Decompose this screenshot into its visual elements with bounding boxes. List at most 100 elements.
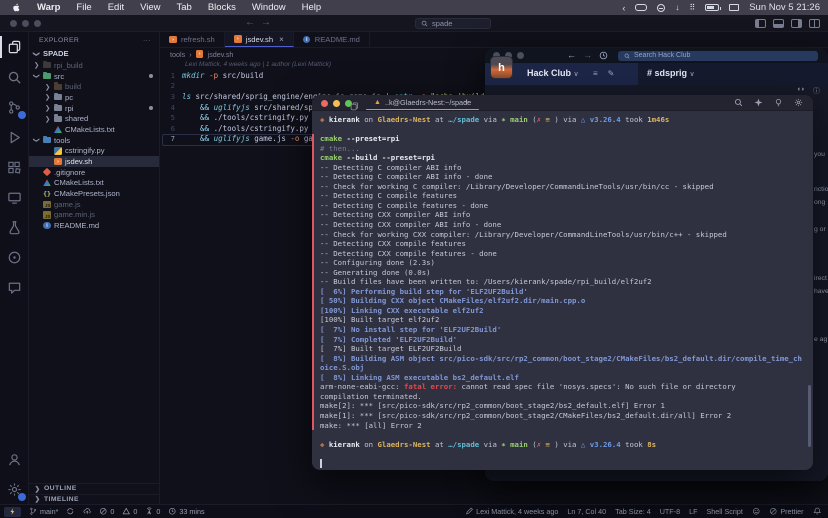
menu-bar-clock[interactable]: Sun Nov 5 21:26 [749, 2, 820, 13]
tree-item-cstringify.py[interactable]: cstringify.py [29, 146, 159, 157]
display-icon[interactable] [729, 4, 739, 11]
slack-search-bar[interactable]: Search Hack Club [618, 51, 818, 61]
feedback-smiley[interactable] [752, 507, 761, 516]
tree-item-rpi_build[interactable]: ❯rpi_build [29, 60, 159, 71]
status-item-5[interactable]: Shell Script [706, 507, 742, 516]
filter-icon[interactable]: ≡ [593, 69, 598, 78]
terminal-output[interactable]: ◆ kierank on Glaedrs-Nest at …/spade via… [312, 111, 813, 470]
activity-item-explorer[interactable] [0, 32, 29, 62]
channel-header[interactable]: # sdsprig ∨ [647, 68, 695, 78]
publish-status[interactable] [83, 507, 92, 516]
status-item-0[interactable]: Lexi Mattick, 4 weeks ago [465, 507, 558, 516]
gear-icon[interactable] [794, 98, 803, 107]
activity-item-account[interactable] [0, 444, 29, 474]
info-icon[interactable]: ⓘ [813, 86, 820, 96]
status-item-4[interactable]: LF [689, 507, 697, 516]
notifications-bell[interactable] [813, 507, 822, 516]
customize-layout-icon[interactable] [809, 19, 820, 28]
focus-icon[interactable] [657, 4, 665, 12]
sidebar-panel-outline[interactable]: ❯OUTLINE [29, 483, 159, 494]
menu-item-help[interactable]: Help [294, 2, 330, 13]
activity-item-extensions[interactable] [0, 152, 29, 182]
scm-badge [18, 111, 26, 119]
toggle-secondary-sidebar-icon[interactable] [791, 19, 802, 28]
tree-item-game.min.js[interactable]: JSgame.min.js [29, 210, 159, 221]
breadcrumb-item[interactable]: jsdev.sh [208, 50, 234, 59]
status-item-6[interactable]: Prettier [769, 507, 803, 516]
git-branch-status[interactable]: main* [29, 507, 58, 516]
remote-indicator[interactable] [4, 507, 21, 517]
status-item-2[interactable]: Tab Size: 4 [615, 507, 651, 516]
tree-item-CMakePresets.json[interactable]: {}CMakePresets.json [29, 188, 159, 199]
tree-item-pc[interactable]: ❯pc [29, 92, 159, 103]
status-item-1[interactable]: Ln 7, Col 40 [567, 507, 606, 516]
tree-item-CMakeLists.txt[interactable]: CMakeLists.txt [29, 124, 159, 135]
breadcrumb-item[interactable]: tools [170, 50, 185, 59]
command-center[interactable]: spade [415, 18, 491, 29]
tree-item-jsdev.sh[interactable]: ›jsdev.sh [29, 156, 159, 167]
code-text: mkdir -p src/build [182, 71, 263, 80]
tree-item-src[interactable]: ❯src [29, 71, 159, 82]
tree-item-tools[interactable]: ❯tools [29, 135, 159, 146]
tree-item-game.js[interactable]: JSgame.js [29, 199, 159, 210]
download-arrow-icon[interactable]: ↓ [675, 3, 679, 13]
grid-icon[interactable]: ⠿ [689, 3, 695, 13]
menu-item-file[interactable]: File [68, 2, 99, 13]
warp-window-controls[interactable] [321, 100, 352, 107]
workspace-avatar[interactable]: h [490, 56, 513, 79]
activity-item-testing[interactable] [0, 212, 29, 242]
vscode-window-controls[interactable] [10, 20, 41, 27]
sync-status[interactable] [66, 507, 75, 516]
search-icon[interactable] [734, 98, 743, 107]
activity-item-search[interactable] [0, 62, 29, 92]
menu-item-view[interactable]: View [132, 2, 168, 13]
tree-item-README.md[interactable]: iREADME.md [29, 220, 159, 231]
tab-refresh-sh[interactable]: ›refresh.sh [160, 32, 225, 47]
lightbulb-icon[interactable] [774, 98, 783, 107]
status-item-3[interactable]: UTF-8 [660, 507, 680, 516]
code-text: && uglifyjs src/shared/sprig_ [182, 103, 331, 112]
sidebar-panel-timeline[interactable]: ❯TIMELINE [29, 494, 159, 505]
tab-README-md[interactable]: iREADME.md [294, 32, 370, 47]
history-nav-arrows[interactable]: ←→ [245, 17, 277, 28]
timer-status[interactable]: 33 mins [168, 507, 204, 516]
tree-item-CMakeLists.txt[interactable]: CMakeLists.txt [29, 178, 159, 189]
chevron-icon[interactable]: ‹ [622, 3, 625, 13]
tree-item-rpi[interactable]: ❯rpi [29, 103, 159, 114]
tree-item-build[interactable]: ❯build [29, 81, 159, 92]
activity-item-scm[interactable] [0, 92, 29, 122]
history-clock-icon[interactable] [599, 51, 608, 60]
workspace-switcher[interactable]: Hack Club ∨ [527, 68, 579, 78]
compose-icon[interactable]: ✎ [608, 69, 615, 78]
menu-item-edit[interactable]: Edit [100, 2, 132, 13]
terminal-scrollbar[interactable] [808, 385, 811, 447]
warnings-status[interactable]: 0 [122, 507, 137, 516]
apple-menu-icon[interactable] [12, 3, 21, 12]
battery-icon[interactable] [705, 4, 719, 11]
activity-item-debug[interactable] [0, 122, 29, 152]
menu-item-window[interactable]: Window [244, 2, 294, 13]
menu-item-blocks[interactable]: Blocks [200, 2, 244, 13]
tree-item-shared[interactable]: ❯shared [29, 113, 159, 124]
toggle-sidebar-icon[interactable] [755, 19, 766, 28]
project-root-row[interactable]: ❯ SPADE [29, 47, 159, 60]
ports-status[interactable]: 0 [145, 507, 160, 516]
toggle-panel-icon[interactable] [773, 19, 784, 28]
explorer-more-icon[interactable]: ··· [143, 37, 151, 44]
screen-pill-icon[interactable] [635, 4, 647, 11]
new-tab-button[interactable]: + [464, 97, 469, 107]
activity-item-remote[interactable] [0, 182, 29, 212]
tab-jsdev-sh[interactable]: ›jsdev.sh× [225, 32, 294, 47]
terminal-cursor[interactable] [320, 459, 322, 468]
close-icon[interactable]: × [279, 35, 284, 44]
slack-nav-arrows[interactable]: ←→ [567, 50, 608, 60]
menu-item-warp[interactable]: Warp [29, 2, 68, 13]
errors-status[interactable]: 0 [99, 507, 114, 516]
activity-item-docker[interactable] [0, 242, 29, 272]
activity-item-chat[interactable] [0, 272, 29, 302]
sparkle-icon[interactable] [754, 98, 763, 107]
terminal-line [312, 430, 813, 440]
tree-item-.gitignore[interactable]: .gitignore [29, 167, 159, 178]
activity-item-gear[interactable] [0, 474, 29, 504]
menu-item-tab[interactable]: Tab [169, 2, 200, 13]
